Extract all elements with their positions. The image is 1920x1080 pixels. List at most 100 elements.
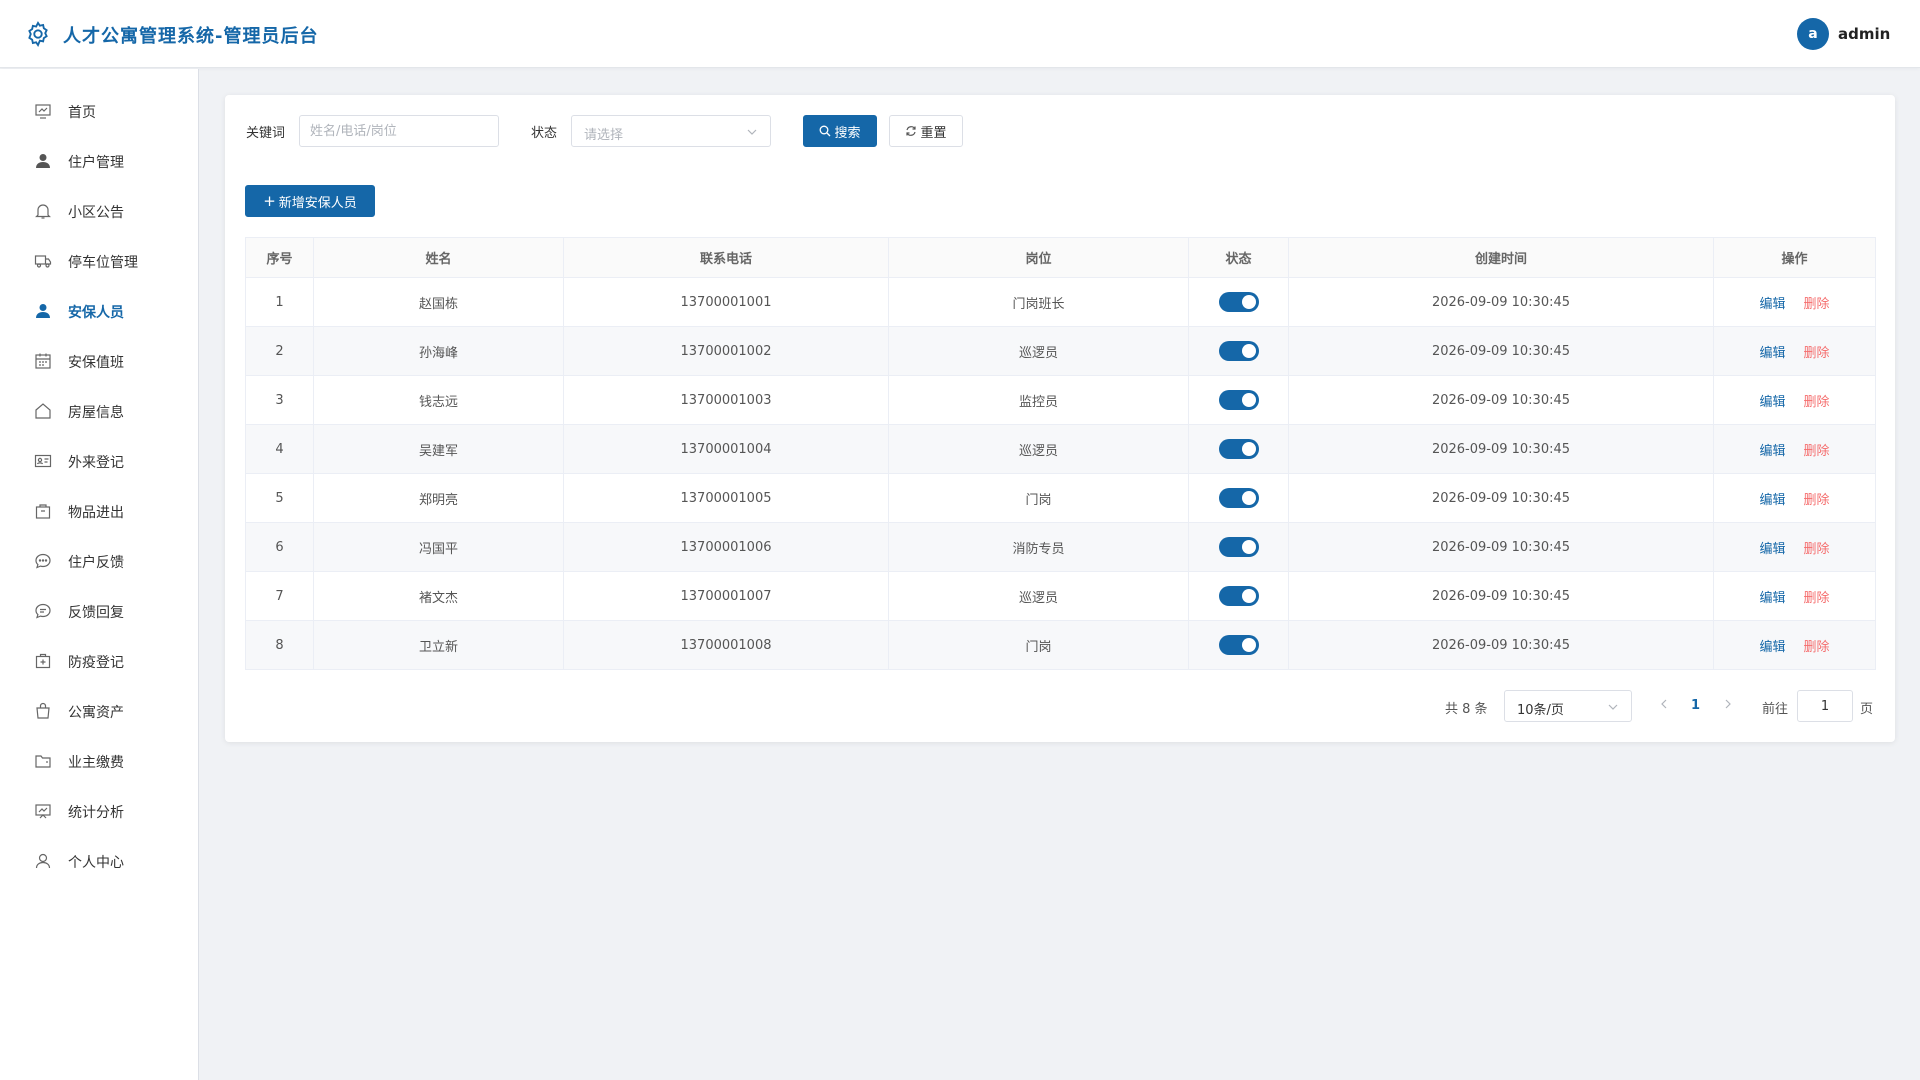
status-select-placeholder: 请选择 [584,128,624,143]
user-name[interactable]: admin [1838,25,1890,43]
reset-button-label: 重置 [920,125,947,141]
delete-link[interactable]: 删除 [1804,395,1830,410]
add-security-staff-button[interactable]: + 新增安保人员 [245,185,375,217]
cell-name: 郑明亮 [313,473,564,523]
sidebar-item-payments[interactable]: 业主缴费 [0,736,199,786]
status-toggle[interactable] [1218,341,1259,361]
table-header-row: 序号 姓名 联系电话 岗位 状态 创建时间 操作 [245,237,1876,278]
keyword-input[interactable] [299,115,499,147]
sidebar-item-statistics[interactable]: 统计分析 [0,786,199,836]
cell-actions: 编辑 删除 [1713,522,1876,572]
sidebar-item-visitors[interactable]: 外来登记 [0,436,199,486]
cell-status [1188,620,1289,670]
delete-link[interactable]: 删除 [1804,297,1830,312]
goto-page-input[interactable] [1797,690,1853,722]
edit-link[interactable]: 编辑 [1759,297,1785,312]
cell-phone: 13700001004 [563,424,889,474]
status-toggle[interactable] [1218,292,1259,312]
prev-page-button[interactable] [1659,698,1669,714]
edit-link[interactable]: 编辑 [1759,542,1785,557]
table-row: 6 冯国平 13700001006 消防专员 2026-09-09 10:30:… [245,522,1876,572]
cell-index: 7 [245,571,314,621]
edit-link[interactable]: 编辑 [1759,493,1785,508]
status-toggle[interactable] [1218,586,1259,606]
delete-link[interactable]: 删除 [1804,346,1830,361]
bag-icon [36,702,50,719]
sidebar-item-housing[interactable]: 房屋信息 [0,386,199,436]
cell-post: 监控员 [888,375,1189,425]
edit-link[interactable]: 编辑 [1759,444,1785,459]
reset-button[interactable]: 重置 [889,115,963,147]
edit-link[interactable]: 编辑 [1759,591,1785,606]
sidebar-item-assets[interactable]: 公寓资产 [0,686,199,736]
cell-post: 门岗 [888,620,1189,670]
sidebar-item-security-staff[interactable]: 安保人员 [0,286,199,336]
sidebar-item-residents[interactable]: 住户管理 [0,136,199,186]
table-row: 3 钱志远 13700001003 监控员 2026-09-09 10:30:4… [245,375,1876,425]
cell-phone: 13700001001 [563,277,889,327]
sidebar-item-feedback-reply[interactable]: 反馈回复 [0,586,199,636]
cell-actions: 编辑 删除 [1713,424,1876,474]
status-toggle[interactable] [1218,537,1259,557]
sidebar-item-label: 房屋信息 [68,405,124,421]
sidebar-item-home[interactable]: 首页 [0,86,199,136]
cell-post: 巡逻员 [888,571,1189,621]
column-header-post: 岗位 [888,237,1189,278]
delete-link[interactable]: 删除 [1804,493,1830,508]
delete-link[interactable]: 删除 [1804,444,1830,459]
status-toggle[interactable] [1218,488,1259,508]
sidebar-item-profile[interactable]: 个人中心 [0,836,199,886]
cell-created: 2026-09-09 10:30:45 [1288,375,1714,425]
cell-status [1188,522,1289,572]
status-toggle[interactable] [1218,439,1259,459]
cell-phone: 13700001008 [563,620,889,670]
sidebar-item-notices[interactable]: 小区公告 [0,186,199,236]
delete-link[interactable]: 删除 [1804,640,1830,655]
sidebar-item-epidemic[interactable]: 防疫登记 [0,636,199,686]
chevron-down-icon [1608,704,1618,710]
cell-status [1188,326,1289,376]
plus-icon: + [263,191,276,210]
delete-link[interactable]: 删除 [1804,542,1830,557]
cell-post: 门岗 [888,473,1189,523]
sidebar-item-label: 防疫登记 [68,655,124,671]
goto-label: 前往 [1762,702,1789,717]
status-toggle[interactable] [1218,390,1259,410]
sidebar-item-parking[interactable]: 停车位管理 [0,236,199,286]
status-toggle[interactable] [1218,635,1259,655]
cell-index: 4 [245,424,314,474]
cell-post: 巡逻员 [888,326,1189,376]
cell-status [1188,424,1289,474]
cell-phone: 13700001006 [563,522,889,572]
cell-name: 赵国栋 [313,277,564,327]
page-size-select[interactable]: 10条/页 [1504,690,1632,722]
cell-actions: 编辑 删除 [1713,277,1876,327]
table-row: 5 郑明亮 13700001005 门岗 2026-09-09 10:30:45… [245,473,1876,523]
table-row: 2 孙海峰 13700001002 巡逻员 2026-09-09 10:30:4… [245,326,1876,376]
dashboard-icon [35,104,51,119]
sidebar-item-label: 住户管理 [68,155,124,171]
cell-created: 2026-09-09 10:30:45 [1288,424,1714,474]
sidebar-item-label: 外来登记 [68,455,124,471]
page-number-current[interactable]: 1 [1691,698,1700,713]
edit-link[interactable]: 编辑 [1759,346,1785,361]
edit-link[interactable]: 编辑 [1759,640,1785,655]
avatar[interactable]: a [1797,18,1829,50]
sidebar-item-goods[interactable]: 物品进出 [0,486,199,536]
house-icon [35,403,51,419]
bell-icon [35,204,51,219]
status-select[interactable]: 请选择 [571,115,771,147]
search-button[interactable]: 搜索 [803,115,877,147]
column-header-actions: 操作 [1713,237,1876,278]
next-page-button[interactable] [1723,698,1733,714]
id-card-icon [34,454,52,468]
delete-link[interactable]: 删除 [1804,591,1830,606]
sidebar-item-feedback[interactable]: 住户反馈 [0,536,199,586]
sidebar-item-label: 安保值班 [68,355,124,371]
cell-status [1188,277,1289,327]
sidebar-item-security-duty[interactable]: 安保值班 [0,336,199,386]
cell-index: 6 [245,522,314,572]
sidebar-item-label: 个人中心 [68,855,124,871]
edit-link[interactable]: 编辑 [1759,395,1785,410]
chevron-right-icon [1725,699,1731,709]
